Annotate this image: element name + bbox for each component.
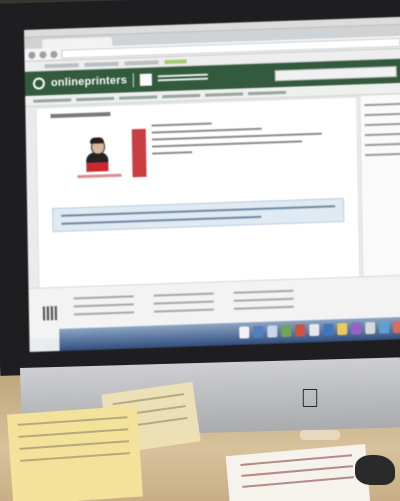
brand-name[interactable]: onlineprinters [51, 74, 127, 89]
bookmark-item[interactable] [124, 59, 159, 66]
receipt-line [242, 476, 355, 488]
header-divider [132, 73, 135, 88]
nav-item[interactable] [76, 96, 115, 101]
dock-app-icon[interactable] [379, 321, 390, 334]
dock-app-icon[interactable] [253, 325, 264, 339]
product-accent-bar [131, 128, 147, 178]
nav-item[interactable] [162, 93, 201, 98]
footer-column [73, 295, 134, 321]
nav-item[interactable] [33, 97, 72, 103]
bookmark-item[interactable] [84, 61, 119, 67]
dock-app-icon[interactable] [239, 326, 250, 339]
reload-icon[interactable] [50, 50, 58, 58]
cable-bundle [355, 455, 395, 485]
product-preview-image[interactable] [71, 137, 128, 183]
sidebar-line [365, 152, 400, 157]
site-search-input[interactable] [274, 65, 397, 81]
nav-item[interactable] [205, 91, 244, 97]
desk-object [300, 430, 340, 440]
bookmark-item[interactable] [44, 62, 79, 68]
dock-app-icon[interactable] [309, 323, 320, 337]
info-line [151, 127, 262, 134]
dock-app-icon[interactable] [337, 322, 348, 336]
dock-app-icon[interactable] [351, 322, 362, 335]
sidebar-line [364, 112, 400, 117]
sidebar-line [364, 122, 400, 127]
note-line [20, 452, 131, 462]
nav-item[interactable] [119, 94, 158, 100]
dock-app-icon[interactable] [295, 324, 306, 337]
info-line [151, 122, 212, 127]
dock-app-icon[interactable] [365, 321, 376, 335]
sticky-note [6, 405, 144, 501]
dock-app-icon[interactable] [323, 323, 334, 336]
dock-app-icon[interactable] [267, 325, 278, 338]
info-notice-box [52, 197, 345, 233]
back-icon[interactable] [28, 51, 36, 59]
note-line [17, 416, 128, 426]
photo-scene:  onlineprinters [0, 0, 400, 501]
receipt-line [241, 465, 354, 477]
note-line [19, 440, 130, 450]
nav-item[interactable] [248, 90, 287, 95]
info-line [152, 151, 193, 155]
logo-circle-icon[interactable] [32, 77, 46, 90]
qr-code-icon [42, 306, 58, 321]
header-tagline [157, 73, 209, 84]
note-line [112, 393, 185, 406]
portrait-hair [89, 137, 104, 144]
content-heading [50, 112, 111, 119]
footer-column [233, 289, 294, 316]
product-info-block [151, 118, 333, 159]
notice-line [61, 215, 262, 225]
sidebar-line [364, 132, 400, 137]
note-line [18, 428, 129, 438]
info-line [151, 132, 322, 141]
sidebar-line [364, 102, 400, 107]
forward-icon[interactable] [39, 50, 47, 58]
monitor-screen: onlineprinters [24, 16, 400, 353]
bookmark-item-highlighted[interactable] [164, 58, 187, 64]
dock-app-icon[interactable] [281, 324, 292, 338]
receipt-line [240, 454, 353, 466]
location-badge-icon [139, 73, 153, 86]
notice-line [61, 205, 336, 217]
portrait-red-label [86, 162, 109, 172]
footer-column [153, 292, 214, 319]
dock-app-icon[interactable] [393, 320, 400, 334]
apple-logo-icon:  [298, 384, 322, 412]
portrait-caption [77, 173, 122, 179]
info-line [152, 140, 302, 148]
sidebar-line [364, 142, 400, 147]
